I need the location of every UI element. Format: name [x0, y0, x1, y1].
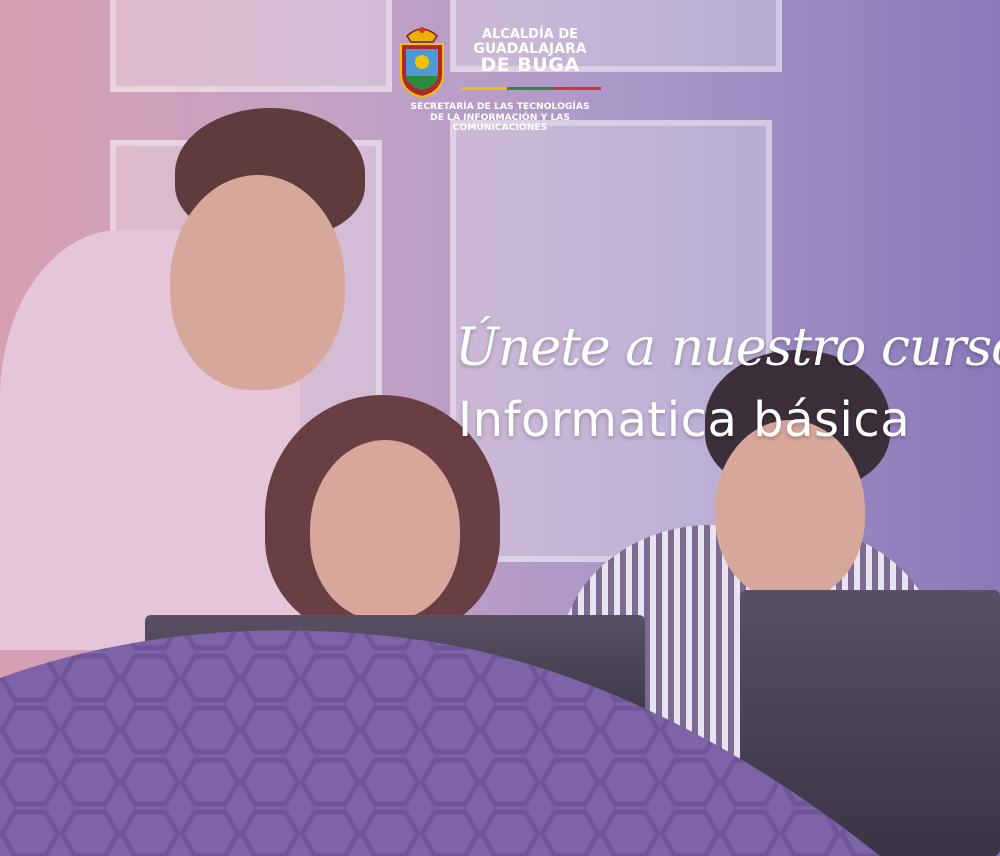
logo-subtitle-line1: SECRETARÍA DE LAS TECNOLOGÍAS — [410, 101, 590, 112]
logo-title-line1: ALCALDÍA DE — [481, 27, 579, 42]
headline-script: Únete a nuestro curso — [455, 318, 1000, 378]
logo-subtitle-line3: COMUNICACIONES — [452, 122, 548, 133]
promo-banner: ALCALDÍA DE GUADALAJARA DE BUGA SECRETAR… — [0, 0, 1000, 856]
flag-stripe — [461, 87, 601, 90]
hexagon-wave — [0, 630, 880, 856]
hexagon-pattern — [0, 630, 880, 856]
coat-of-arms-icon — [400, 27, 444, 98]
person-woman-face — [310, 440, 460, 620]
headline-main: Informatica básica — [458, 392, 911, 448]
logo-subtitle: SECRETARÍA DE LAS TECNOLOGÍAS DE LA INFO… — [397, 101, 603, 134]
logo-title-line3: DE BUGA — [480, 54, 580, 76]
window-left — [110, 0, 392, 92]
alcaldia-logo: ALCALDÍA DE GUADALAJARA DE BUGA SECRETAR… — [397, 22, 607, 142]
logo-title: ALCALDÍA DE GUADALAJARA DE BUGA — [455, 27, 605, 76]
person-man-left-face — [170, 175, 345, 390]
